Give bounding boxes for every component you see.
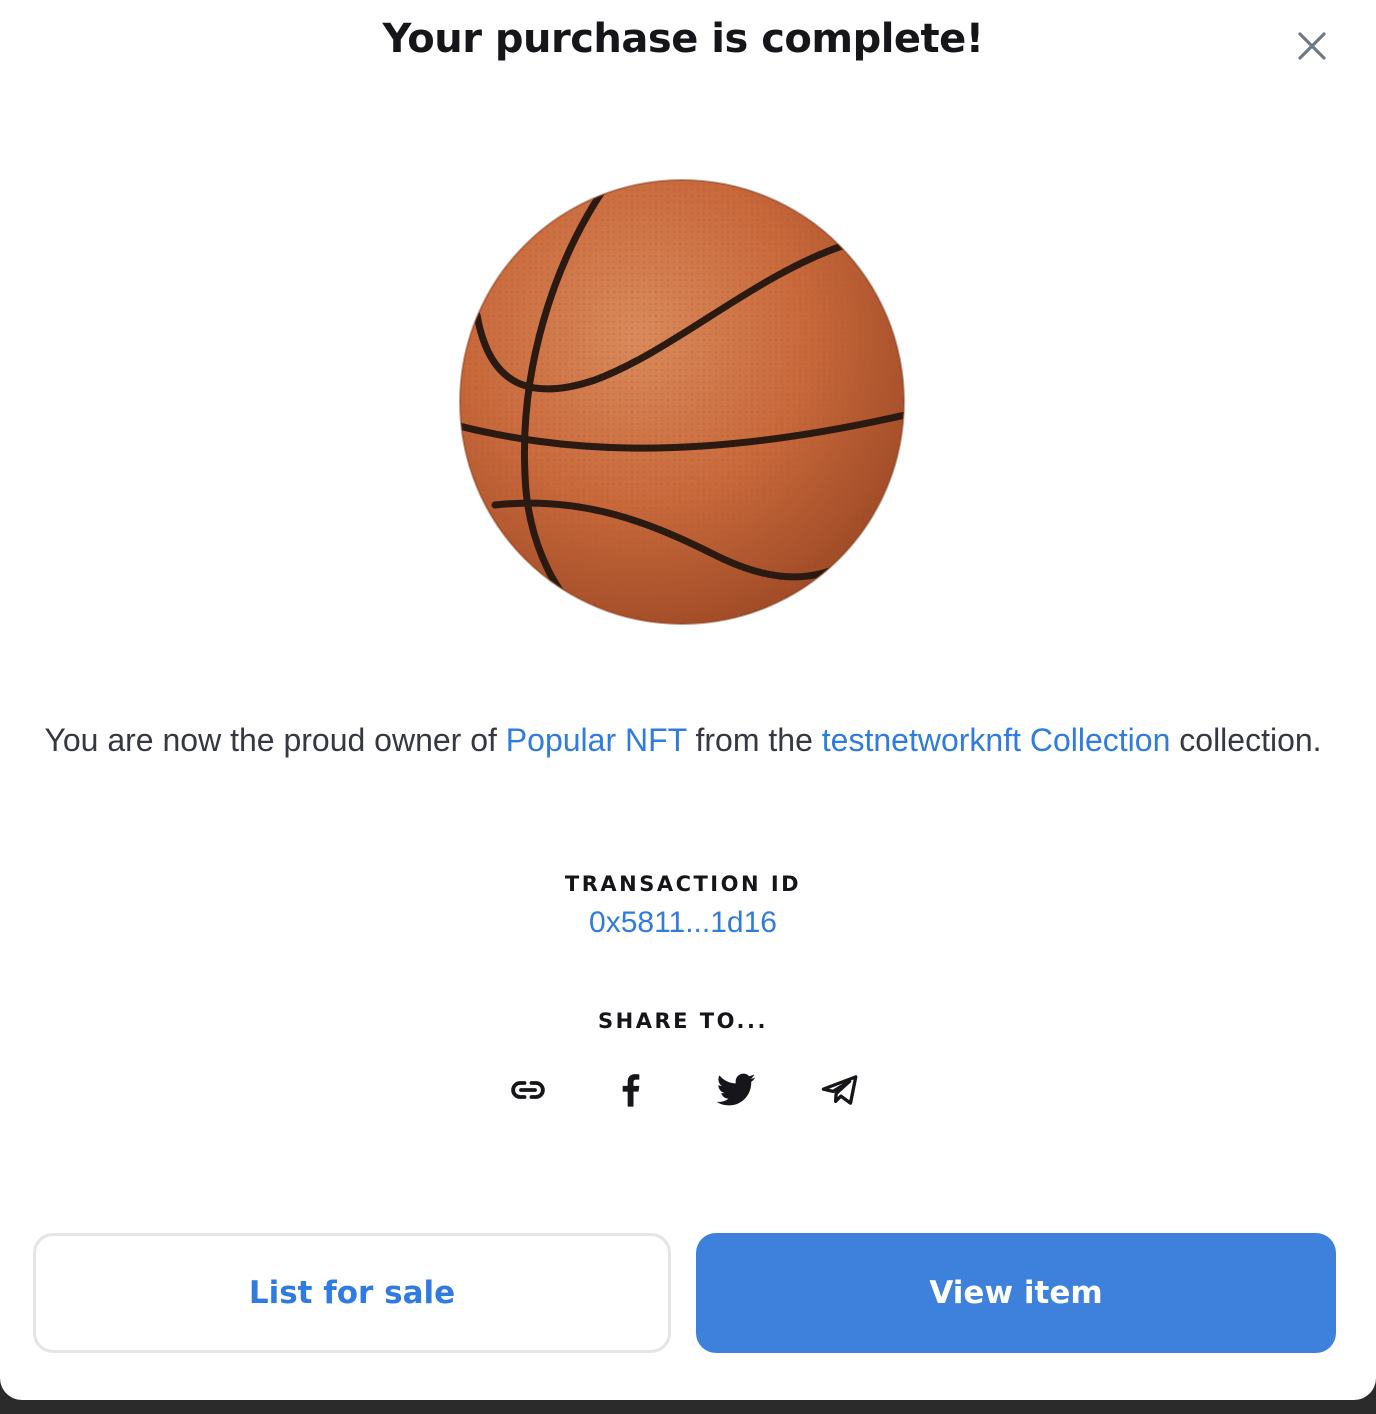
close-button[interactable] [1290, 24, 1334, 68]
share-twitter-button[interactable] [712, 1066, 760, 1114]
ownership-message: You are now the proud owner of Popular N… [30, 716, 1336, 764]
link-icon [511, 1081, 545, 1099]
purchase-complete-modal: Your purchase is complete! You are now t… [0, 0, 1376, 1400]
item-name-link[interactable]: Popular NFT [506, 722, 687, 758]
view-item-button[interactable]: View item [696, 1233, 1336, 1353]
list-for-sale-button[interactable]: List for sale [33, 1233, 671, 1353]
share-telegram-button[interactable] [816, 1066, 864, 1114]
close-icon [1298, 32, 1326, 60]
telegram-icon [821, 1075, 858, 1105]
share-link-button[interactable] [504, 1066, 552, 1114]
facebook-icon [622, 1074, 640, 1107]
collection-link[interactable]: testnetworknft Collection [822, 722, 1171, 758]
transaction-id-label: TRANSACTION ID [564, 872, 802, 896]
ownership-middle: from the [686, 722, 822, 758]
nft-item-image [455, 175, 910, 630]
transaction-id-link[interactable]: 0x5811...1d16 [0, 906, 1366, 940]
share-label: SHARE TO... [598, 1009, 768, 1033]
share-buttons [0, 1066, 1366, 1114]
ownership-prefix: You are now the proud owner of [44, 722, 506, 758]
share-facebook-button[interactable] [607, 1066, 655, 1114]
ownership-suffix: collection. [1170, 722, 1322, 758]
basketball-image [459, 179, 905, 625]
twitter-icon [716, 1073, 756, 1106]
modal-title: Your purchase is complete! [382, 16, 984, 62]
